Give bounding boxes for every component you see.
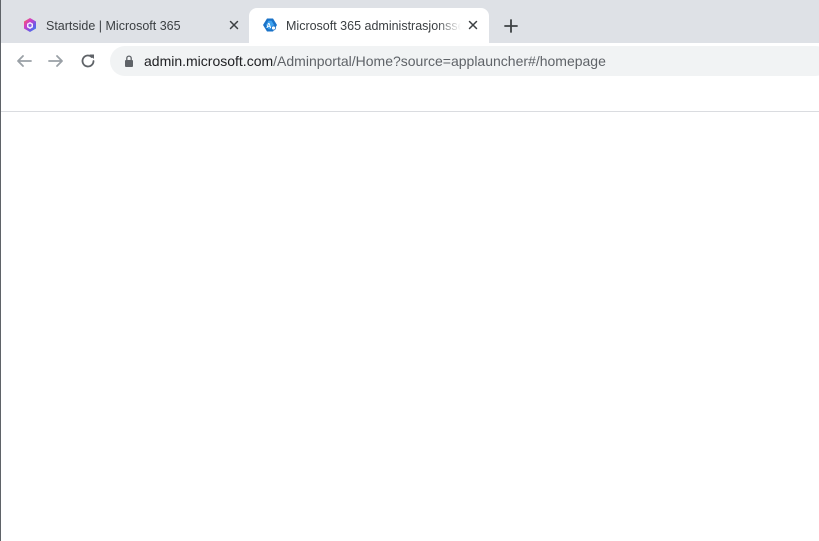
browser-window: Startside | Microsoft 365 A Microsoft 36… xyxy=(0,0,819,541)
new-tab-plus-icon[interactable] xyxy=(500,15,522,37)
url-path: /Adminportal/Home?source=applauncher#/ho… xyxy=(273,53,606,69)
reload-icon[interactable] xyxy=(77,50,99,72)
forward-arrow-icon[interactable] xyxy=(45,50,67,72)
tab-title: Startside | Microsoft 365 xyxy=(46,19,181,33)
tab-startside[interactable]: Startside | Microsoft 365 xyxy=(9,8,247,43)
url-text[interactable]: admin.microsoft.com/Adminportal/Home?sou… xyxy=(144,52,606,70)
microsoft-365-admin-icon: A xyxy=(262,17,278,33)
close-icon[interactable] xyxy=(465,17,481,33)
close-icon[interactable] xyxy=(226,17,242,33)
tab-title: Microsoft 365 administrasjonssenter xyxy=(286,19,461,33)
address-bar[interactable]: admin.microsoft.com/Adminportal/Home?sou… xyxy=(110,46,819,76)
browser-toolbar: admin.microsoft.com/Adminportal/Home?sou… xyxy=(1,43,819,79)
tab-admin-center[interactable]: A Microsoft 365 administrasjonssenter xyxy=(249,8,489,43)
tab-strip: Startside | Microsoft 365 A Microsoft 36… xyxy=(1,0,819,43)
url-host: admin.microsoft.com xyxy=(144,53,274,69)
page-content xyxy=(1,112,819,541)
microsoft-365-icon xyxy=(22,17,38,33)
svg-text:A: A xyxy=(266,23,271,30)
lock-icon[interactable] xyxy=(122,54,136,68)
back-arrow-icon[interactable] xyxy=(13,50,35,72)
